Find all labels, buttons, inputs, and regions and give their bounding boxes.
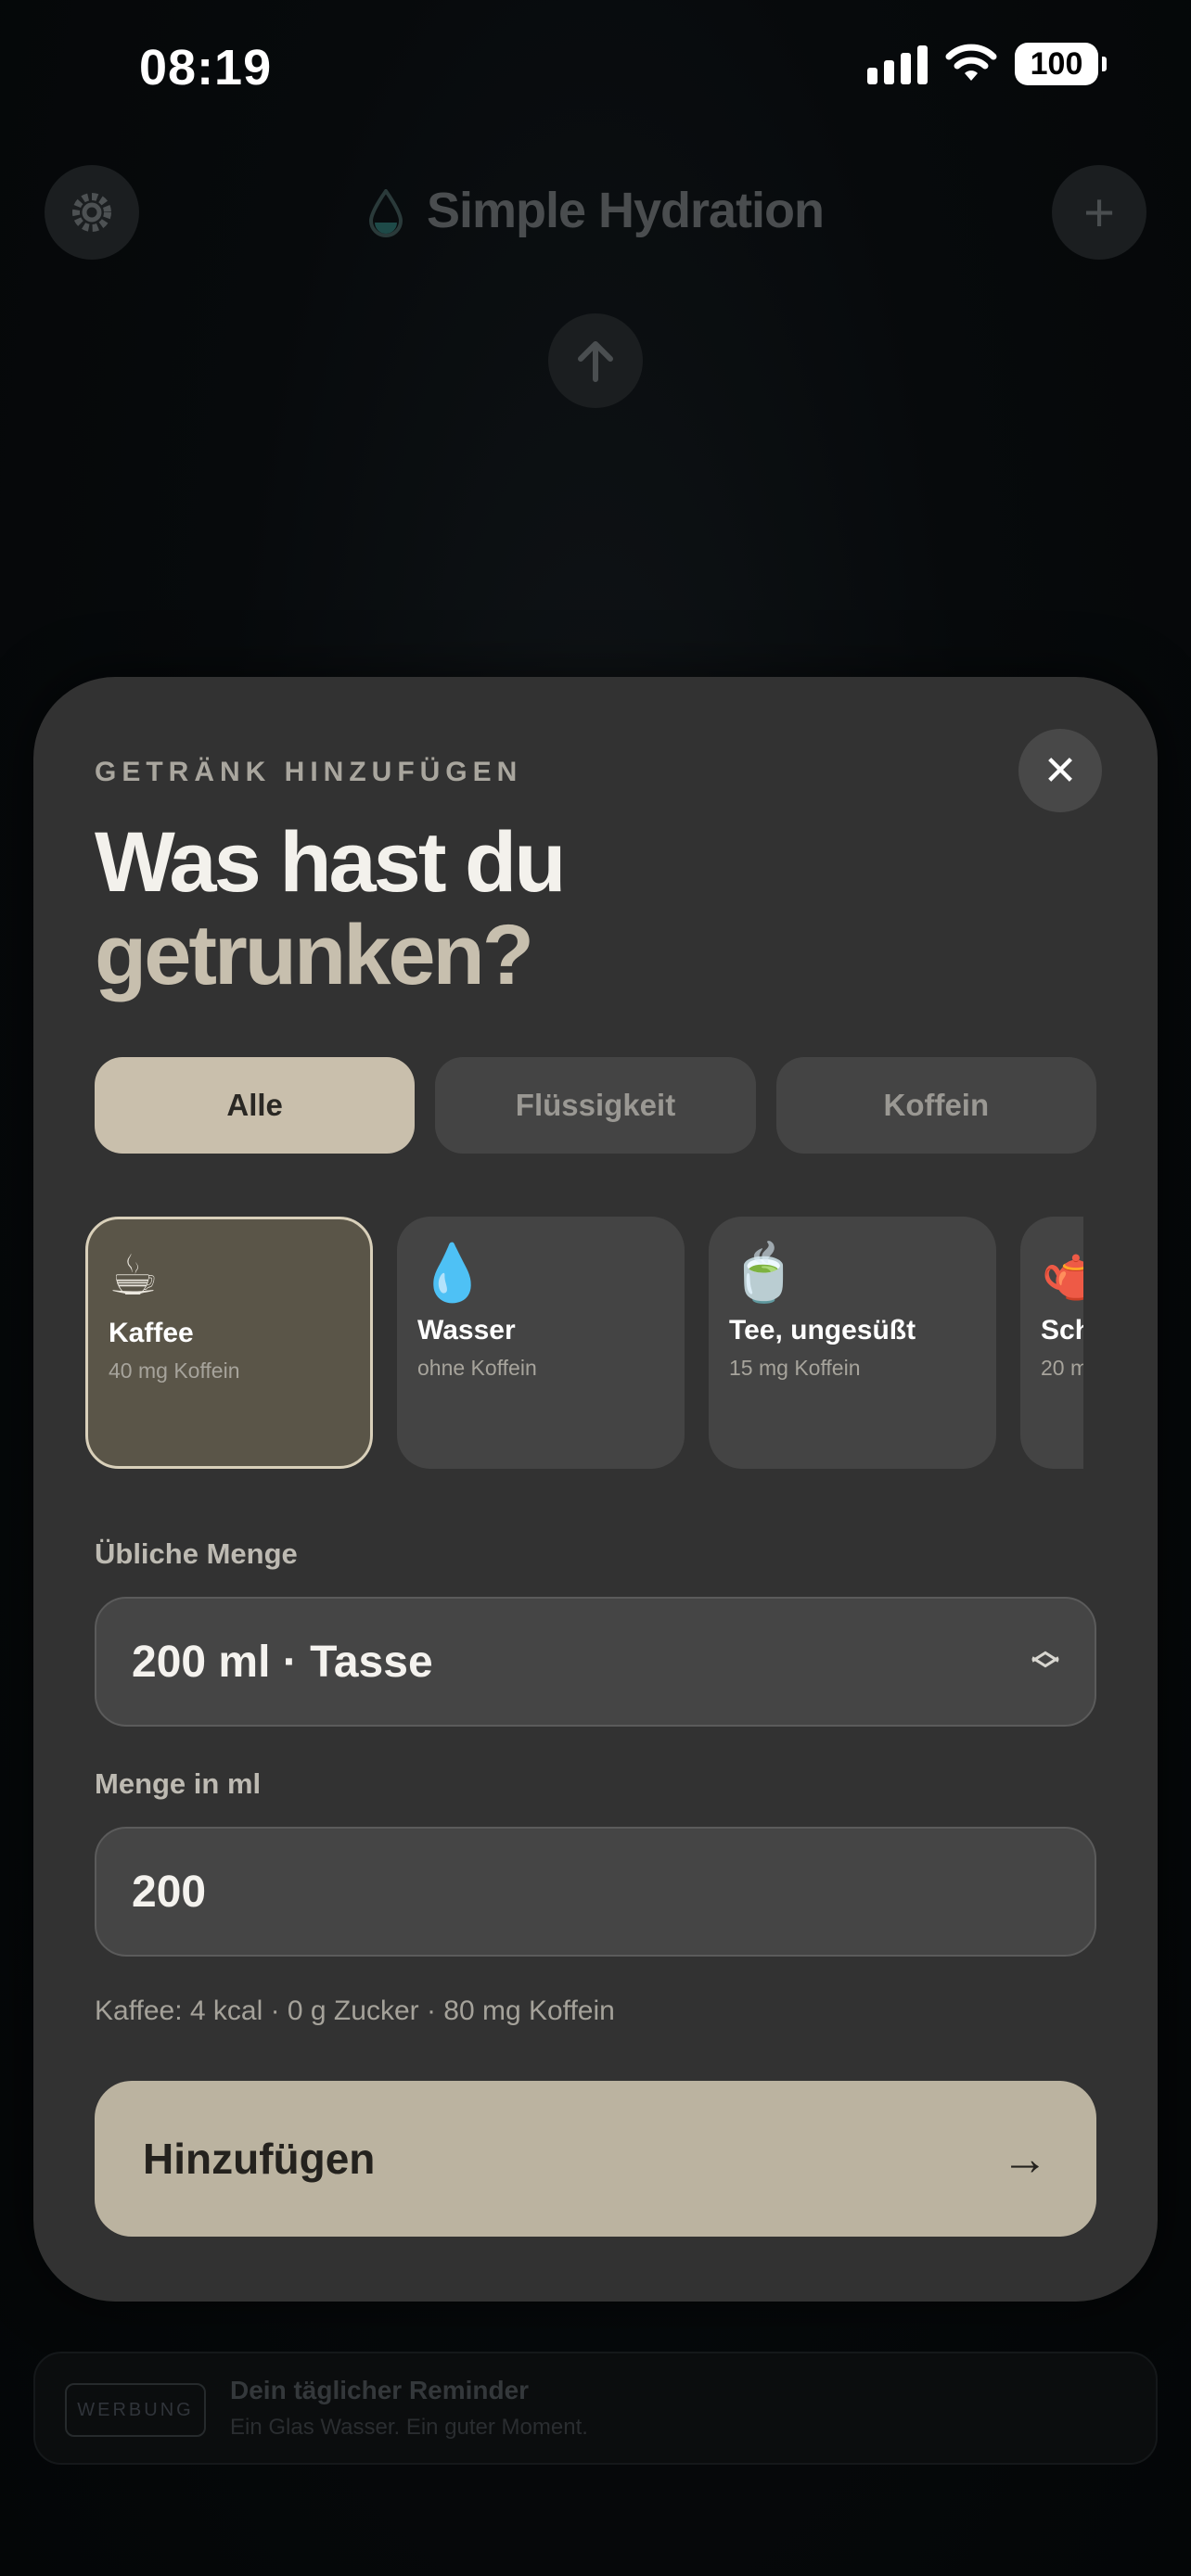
drink-card-kaffee[interactable]: ☕ Kaffee 40 mg Koffein [85,1217,373,1469]
cellular-signal-icon [867,44,928,84]
add-drink-header-button[interactable]: + [1052,165,1146,260]
drink-detail: 40 mg Koffein [109,1358,240,1383]
ad-badge: WERBUNG [65,2383,206,2437]
arrow-up-icon [578,341,613,382]
plus-icon: + [1083,182,1115,243]
status-time: 08:19 [139,40,273,96]
wifi-icon [945,44,997,81]
sheet-headline: Was hast du getrunken? [95,815,566,1002]
usual-amount-label: Übliche Menge [95,1537,298,1570]
category-tabs: Alle Flüssigkeit Koffein [95,1057,1096,1154]
battery-icon: 100 [1015,43,1107,85]
drink-card-wasser[interactable]: 💧 Wasser ohne Koffein [397,1217,685,1469]
app-title-bar: Simple Hydration [0,182,1191,239]
ad-title: Dein täglicher Reminder [230,2376,530,2404]
scroll-up-button[interactable] [548,313,643,408]
status-icons: 100 [867,43,1107,85]
drink-detail: 15 mg Koffein [729,1356,861,1380]
drink-carousel[interactable]: ☕ Kaffee 40 mg Koffein 💧 Wasser ohne Kof… [85,1217,1083,1473]
nutrition-hint: Kaffee: 4 kcal · 0 g Zucker · 80 mg Koff… [95,1996,615,2026]
coffee-icon: ☕ [109,1244,159,1307]
drink-detail: 20 m [1041,1356,1083,1380]
headline-line-2: getrunken? [95,908,534,1002]
ad-subtitle: Ein Glas Wasser. Ein guter Moment. [230,2415,588,2440]
tab-fluessigkeit[interactable]: Flüssigkeit [435,1057,756,1154]
add-button[interactable]: Hinzufügen → [95,2081,1096,2237]
amount-label: Menge in ml [95,1767,262,1800]
app-title: Simple Hydration [426,183,825,238]
drink-detail: ohne Koffein [417,1356,537,1380]
usual-amount-value: 200 ml · Tasse [132,1637,433,1687]
close-icon: ✕ [1043,747,1078,794]
drink-name: Kaffee [109,1318,194,1348]
drink-name: Sch [1041,1315,1083,1345]
teapot-icon: 🫖 [1041,1242,1083,1304]
drink-card-tee[interactable]: 🍵 Tee, ungesüßt 15 mg Koffein [709,1217,996,1469]
select-chevron-icon: ︿ ﹀ [1031,1636,1059,1687]
usual-amount-select[interactable]: 200 ml · Tasse ︿ ﹀ [95,1597,1096,1727]
add-button-label: Hinzufügen [143,2135,376,2183]
water-drop-icon: 💧 [417,1242,487,1304]
tab-koffein[interactable]: Koffein [775,1057,1096,1154]
add-drink-sheet: GETRÄNK HINZUFÜGEN ✕ Was hast du getrunk… [33,677,1158,2302]
sheet-eyebrow: GETRÄNK HINZUFÜGEN [95,757,523,787]
amount-value: 200 [132,1867,207,1917]
tea-cup-icon: 🍵 [729,1242,799,1304]
water-drop-icon [368,188,403,237]
ad-banner[interactable]: WERBUNG Dein täglicher Reminder Ein Glas… [33,2352,1158,2465]
tab-alle[interactable]: Alle [95,1057,416,1154]
arrow-right-icon: → [1002,2133,1048,2185]
drink-card-partial[interactable]: 🫖 Sch 20 m [1020,1217,1083,1469]
amount-input[interactable]: 200 [95,1827,1096,1957]
headline-line-1: Was hast du [95,815,566,910]
drink-name: Tee, ungesüßt [729,1315,916,1345]
drink-name: Wasser [417,1315,516,1345]
close-button[interactable]: ✕ [1018,729,1102,812]
